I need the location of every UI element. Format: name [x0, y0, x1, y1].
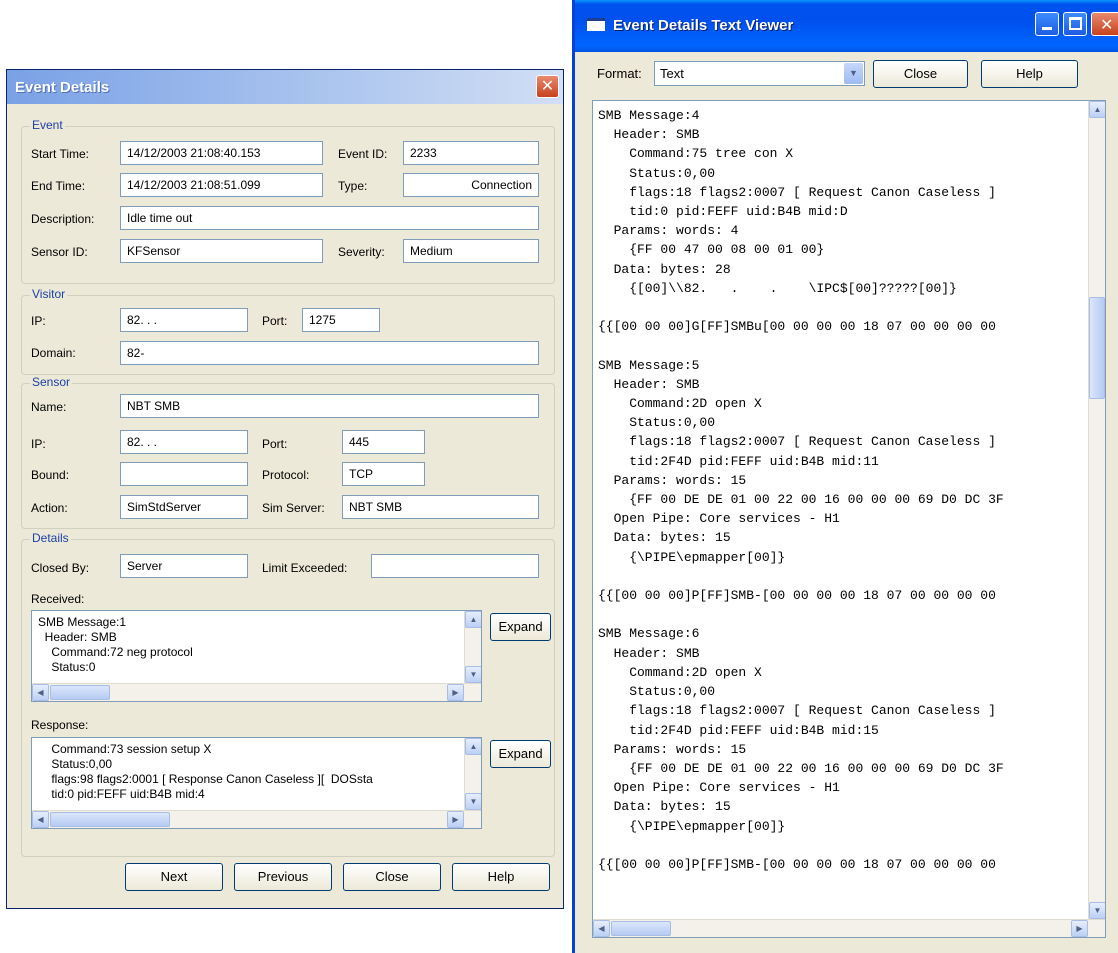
scroll-right-icon[interactable]: ▶	[447, 684, 464, 701]
details-group: Details Closed By: Server Limit Exceeded…	[21, 531, 555, 857]
event-details-titlebar[interactable]: Event Details ✕	[7, 70, 563, 104]
next-button[interactable]: Next	[125, 863, 223, 891]
response-label: Response:	[31, 718, 89, 732]
type-field[interactable]: Connection	[403, 173, 539, 197]
event-id-label: Event ID:	[338, 147, 388, 161]
event-details-window: Event Details ✕ Event Start Time: 14/12/…	[6, 69, 564, 909]
sensor-ip-label: IP:	[31, 437, 46, 451]
viewer-text: SMB Message:4 Header: SMB Command:75 tre…	[598, 108, 1004, 872]
start-time-label: Start Time:	[31, 147, 90, 161]
scroll-down-icon[interactable]: ▼	[465, 793, 481, 810]
visitor-group: Visitor IP: 82. . . Port: 1275 Domain: 8…	[21, 287, 555, 375]
visitor-ip-field[interactable]: 82. . .	[120, 308, 248, 332]
sensor-group-legend: Sensor	[30, 375, 73, 389]
visitor-domain-field[interactable]: 82-	[120, 341, 539, 365]
scroll-left-icon[interactable]: ◀	[32, 684, 49, 701]
sensor-name-label: Name:	[31, 400, 67, 414]
sensor-action-field[interactable]: SimStdServer	[120, 495, 248, 519]
sim-server-field[interactable]: NBT SMB	[342, 495, 539, 519]
sim-server-label: Sim Server:	[262, 501, 325, 515]
viewer-close-button[interactable]: Close	[873, 60, 968, 88]
scroll-up-icon[interactable]: ▲	[1089, 101, 1105, 118]
event-id-field[interactable]: 2233	[403, 141, 539, 165]
closed-by-label: Closed By:	[31, 561, 90, 575]
scroll-right-icon[interactable]: ▶	[447, 811, 464, 828]
received-expand-button[interactable]: Expand	[490, 613, 551, 641]
severity-label: Severity:	[338, 245, 385, 259]
response-textarea[interactable]: Command:73 session setup X Status:0,00 f…	[31, 737, 482, 829]
response-vertical-scrollbar[interactable]: ▲ ▼	[464, 738, 481, 810]
sensor-ip-field[interactable]: 82. . .	[120, 430, 248, 454]
visitor-port-field[interactable]: 1275	[302, 308, 380, 332]
window-icon	[587, 18, 605, 31]
visitor-domain-label: Domain:	[31, 346, 76, 360]
format-select[interactable]: Text ▼	[654, 61, 865, 86]
sensor-action-label: Action:	[31, 501, 68, 515]
received-horizontal-scrollbar[interactable]: ◀ ▶	[32, 683, 481, 701]
visitor-group-legend: Visitor	[30, 287, 68, 301]
end-time-label: End Time:	[31, 179, 86, 193]
closed-by-field[interactable]: Server	[120, 554, 248, 578]
visitor-ip-label: IP:	[31, 314, 46, 328]
viewer-horizontal-scrollbar[interactable]: ◀ ▶	[593, 919, 1105, 937]
event-group: Event Start Time: 14/12/2003 21:08:40.15…	[21, 118, 555, 284]
previous-button[interactable]: Previous	[234, 863, 332, 891]
close-icon[interactable]: ✕	[536, 75, 559, 98]
response-expand-button[interactable]: Expand	[490, 740, 551, 768]
sensor-id-field[interactable]: KFSensor	[120, 239, 323, 263]
scroll-up-icon[interactable]: ▲	[465, 611, 481, 628]
response-text: Command:73 session setup X Status:0,00 f…	[51, 742, 373, 801]
event-details-title: Event Details	[15, 79, 110, 96]
received-vertical-scrollbar[interactable]: ▲ ▼	[464, 611, 481, 683]
text-viewer-title: Event Details Text Viewer	[613, 17, 794, 34]
maximize-icon[interactable]	[1063, 12, 1087, 36]
sensor-protocol-field[interactable]: TCP	[342, 462, 425, 486]
sensor-name-field[interactable]: NBT SMB	[120, 394, 539, 418]
sensor-port-field[interactable]: 445	[342, 430, 425, 454]
received-text: SMB Message:1 Header: SMB Command:72 neg…	[38, 615, 193, 674]
close-icon[interactable]: ✕	[1091, 12, 1118, 36]
sensor-protocol-label: Protocol:	[262, 468, 310, 482]
text-viewer-window: Event Details Text Viewer ✕ Format: Text…	[572, 0, 1118, 953]
received-textarea[interactable]: SMB Message:1 Header: SMB Command:72 neg…	[31, 610, 482, 702]
scroll-left-icon[interactable]: ◀	[593, 920, 610, 937]
visitor-port-label: Port:	[262, 314, 288, 328]
chevron-down-icon[interactable]: ▼	[844, 63, 863, 84]
start-time-field[interactable]: 14/12/2003 21:08:40.153	[120, 141, 323, 165]
sensor-bound-field[interactable]	[120, 462, 248, 486]
scroll-down-icon[interactable]: ▼	[465, 666, 481, 683]
viewer-vscroll-thumb[interactable]	[1089, 297, 1105, 399]
description-field[interactable]: Idle time out	[120, 206, 539, 230]
scroll-left-icon[interactable]: ◀	[32, 811, 49, 828]
scroll-down-icon[interactable]: ▼	[1089, 902, 1105, 919]
viewer-vertical-scrollbar[interactable]: ▲ ▼	[1088, 101, 1105, 919]
description-label: Description:	[31, 212, 95, 226]
format-select-value: Text	[660, 66, 684, 81]
viewer-text-area[interactable]: SMB Message:4 Header: SMB Command:75 tre…	[592, 100, 1106, 938]
details-group-legend: Details	[30, 531, 71, 545]
response-hscroll-thumb[interactable]	[50, 812, 170, 827]
received-label: Received:	[31, 592, 85, 606]
viewer-hscroll-thumb[interactable]	[611, 921, 671, 936]
severity-field[interactable]: Medium	[403, 239, 539, 263]
sensor-id-label: Sensor ID:	[31, 245, 88, 259]
text-viewer-titlebar[interactable]: Event Details Text Viewer ✕	[575, 0, 1118, 52]
help-button[interactable]: Help	[452, 863, 550, 891]
type-label: Type:	[338, 179, 368, 193]
scroll-up-icon[interactable]: ▲	[465, 738, 481, 755]
viewer-help-button[interactable]: Help	[981, 60, 1078, 88]
event-group-legend: Event	[30, 118, 65, 132]
limit-exceeded-label: Limit Exceeded:	[262, 561, 348, 575]
sensor-group: Sensor Name: NBT SMB IP: 82. . . Port: 4…	[21, 375, 555, 529]
format-label: Format:	[597, 66, 642, 81]
received-hscroll-thumb[interactable]	[50, 685, 110, 700]
limit-exceeded-field[interactable]	[371, 554, 539, 578]
minimize-icon[interactable]	[1035, 12, 1059, 36]
sensor-bound-label: Bound:	[31, 468, 70, 482]
scroll-right-icon[interactable]: ▶	[1071, 920, 1088, 937]
response-horizontal-scrollbar[interactable]: ◀ ▶	[32, 810, 481, 828]
end-time-field[interactable]: 14/12/2003 21:08:51.099	[120, 173, 323, 197]
sensor-port-label: Port:	[262, 437, 288, 451]
close-button[interactable]: Close	[343, 863, 441, 891]
